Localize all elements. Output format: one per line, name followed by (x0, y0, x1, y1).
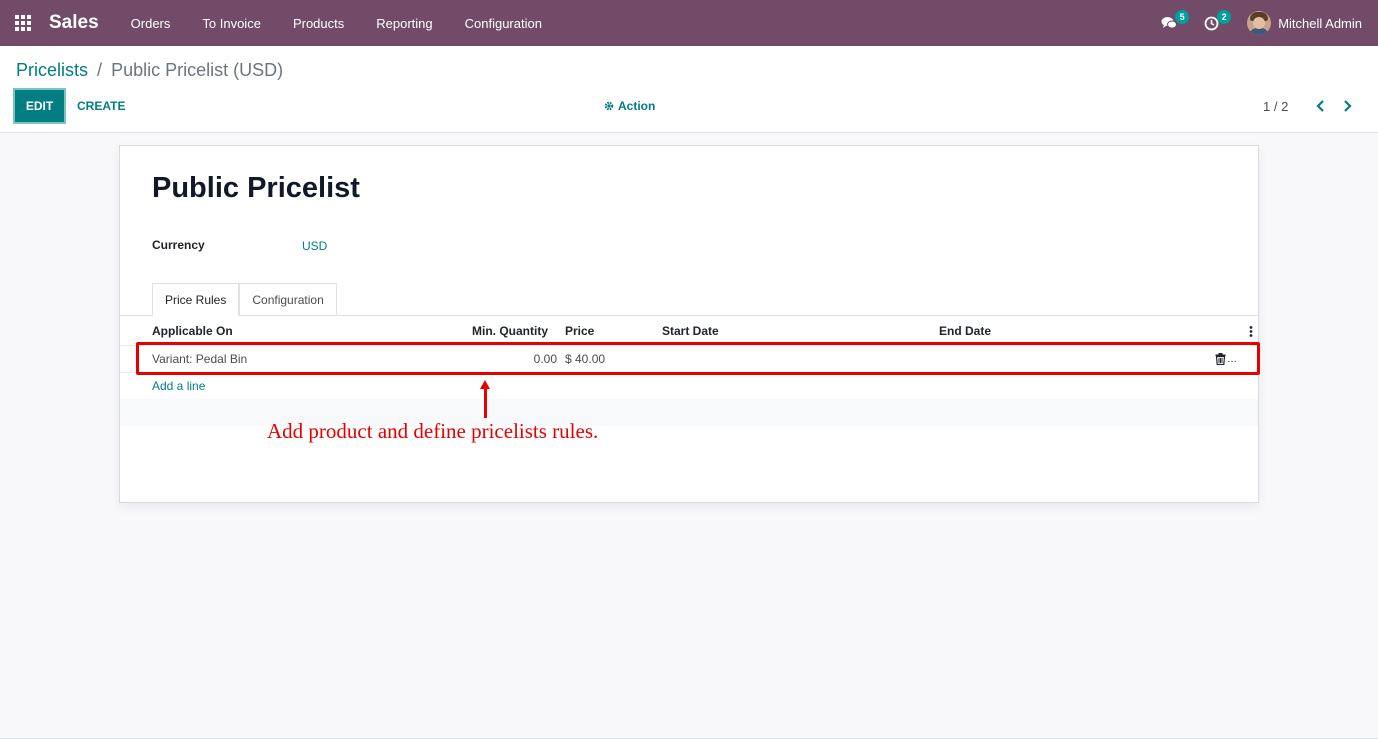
currency-label: Currency (152, 238, 205, 252)
breadcrumb: Pricelists / Public Pricelist (USD) (16, 60, 283, 81)
breadcrumb-current: Public Pricelist (USD) (111, 60, 284, 80)
currency-value-link[interactable]: USD (302, 239, 327, 253)
user-menu-name[interactable]: Mitchell Admin (1278, 16, 1362, 31)
menu-to-invoice[interactable]: To Invoice (186, 0, 277, 46)
annotation-text: Add product and define pricelists rules. (267, 419, 599, 443)
main-menu: Orders To Invoice Products Reporting Con… (115, 0, 558, 46)
annotation-arrow-line (484, 386, 487, 418)
chevron-right-icon (1343, 100, 1352, 112)
action-dropdown-button[interactable]: Action (604, 90, 655, 122)
breadcrumb-separator: / (97, 60, 103, 80)
create-button[interactable]: CREATE (77, 90, 125, 122)
tab-price-rules[interactable]: Price Rules (152, 283, 240, 316)
control-panel: Pricelists / Public Pricelist (USD) EDIT… (0, 46, 1378, 133)
menu-reporting[interactable]: Reporting (360, 0, 448, 46)
annotation-highlight-box (136, 342, 1260, 375)
menu-orders[interactable]: Orders (115, 0, 187, 46)
action-label: Action (618, 99, 656, 113)
edit-button[interactable]: EDIT (15, 90, 64, 122)
top-navbar: Sales Orders To Invoice Products Reporti… (0, 0, 1378, 46)
record-title: Public Pricelist (152, 172, 360, 204)
pager-previous-button[interactable] (1311, 90, 1329, 122)
menu-configuration[interactable]: Configuration (449, 0, 558, 46)
activities-systray[interactable]: 2 (1197, 0, 1232, 46)
gear-icon (604, 101, 614, 111)
notebook-tabs: Price Rules Configuration (152, 283, 337, 316)
menu-products[interactable]: Products (277, 0, 360, 46)
app-brand[interactable]: Sales (49, 12, 99, 34)
vertical-dots-icon (1249, 325, 1253, 337)
activities-badge: 2 (1217, 10, 1232, 24)
systray: 5 2 Mitchell Admin (1155, 0, 1362, 46)
form-sheet: Public Pricelist Currency USD Price Rule… (119, 145, 1259, 503)
pager-value: 1 / 2 (1263, 98, 1289, 114)
apps-menu-icon[interactable] (0, 0, 46, 46)
chevron-left-icon (1315, 100, 1324, 112)
breadcrumb-pricelists[interactable]: Pricelists (16, 60, 88, 80)
tab-configuration[interactable]: Configuration (239, 283, 337, 316)
messages-systray[interactable]: 5 (1155, 0, 1190, 46)
add-line-link[interactable]: Add a line (152, 379, 205, 393)
pager-next-button[interactable] (1338, 90, 1356, 122)
user-avatar[interactable] (1247, 11, 1272, 35)
messages-badge: 5 (1175, 10, 1190, 24)
